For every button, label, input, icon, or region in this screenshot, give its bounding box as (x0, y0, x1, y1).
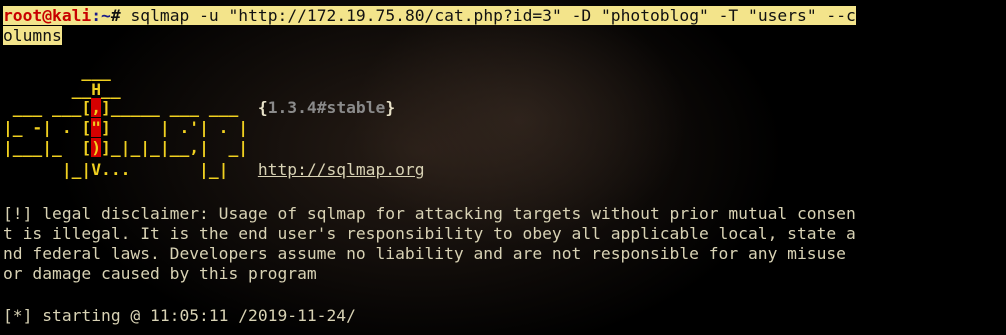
disclaimer-line-2: t is illegal. It is the end user's respo… (3, 224, 856, 243)
command-text-line1: sqlmap -u "http://172.19.75.80/cat.php?i… (130, 6, 856, 25)
disclaimer-line-4: or damage caused by this program (3, 264, 317, 283)
version-brace-open: { (257, 98, 268, 117)
banner-text: ]_|_|_|__,| _| (101, 138, 249, 157)
banner-text: __ (3, 80, 92, 99)
banner-text: ___ ___[ (3, 98, 92, 117)
sqlmap-link[interactable]: http://sqlmap.org (258, 160, 425, 179)
banner-line-4: |_ -| . ["] | .'| . | (3, 118, 248, 138)
prompt-path: ~ (101, 6, 111, 25)
command-line: root@kali:~# sqlmap -u "http://172.19.75… (3, 6, 856, 26)
banner-text: ]_____ ___ ___ (101, 98, 258, 117)
starting-status-line: [*] starting @ 11:05:11 /2019-11-24/ (3, 306, 356, 325)
banner-red-glyph: ) (91, 138, 102, 157)
version-label: 1.3.4#stable (267, 98, 386, 117)
prompt-symbol: # (110, 6, 121, 25)
command-text-line2: olumns (3, 26, 62, 45)
banner-text: |___|_ [ (3, 138, 92, 157)
version-brace-close: } (385, 98, 396, 117)
terminal-window[interactable]: root@kali:~# sqlmap -u "http://172.19.75… (0, 0, 1006, 335)
banner-text: |_|V... |_| (3, 160, 258, 179)
banner-line-1: ___ (3, 62, 111, 82)
banner-text: ] | .'| . | (101, 118, 249, 137)
prompt-user-host: root@kali (3, 6, 92, 25)
banner-line-2: __H__ (3, 80, 121, 100)
disclaimer-line-3: nd federal laws. Developers assume no li… (3, 244, 846, 263)
command-line-wrap: olumns (3, 26, 62, 46)
banner-text: ___ (3, 62, 111, 81)
banner-text: |_ -| . [ (3, 118, 92, 137)
prompt-separator: : (91, 6, 102, 25)
banner-red-glyph: " (91, 118, 102, 137)
banner-h-letter: H (91, 80, 102, 99)
banner-red-glyph: , (91, 98, 102, 117)
banner-text: __ (101, 80, 121, 99)
banner-line-3: ___ ___[,]_____ ___ ___ {1.3.4#stable} (3, 98, 395, 118)
banner-line-6: |_|V... |_| http://sqlmap.org (3, 160, 425, 180)
disclaimer-line-1: [!] legal disclaimer: Usage of sqlmap fo… (3, 204, 856, 223)
banner-line-5: |___|_ [)]_|_|_|__,| _| (3, 138, 248, 158)
